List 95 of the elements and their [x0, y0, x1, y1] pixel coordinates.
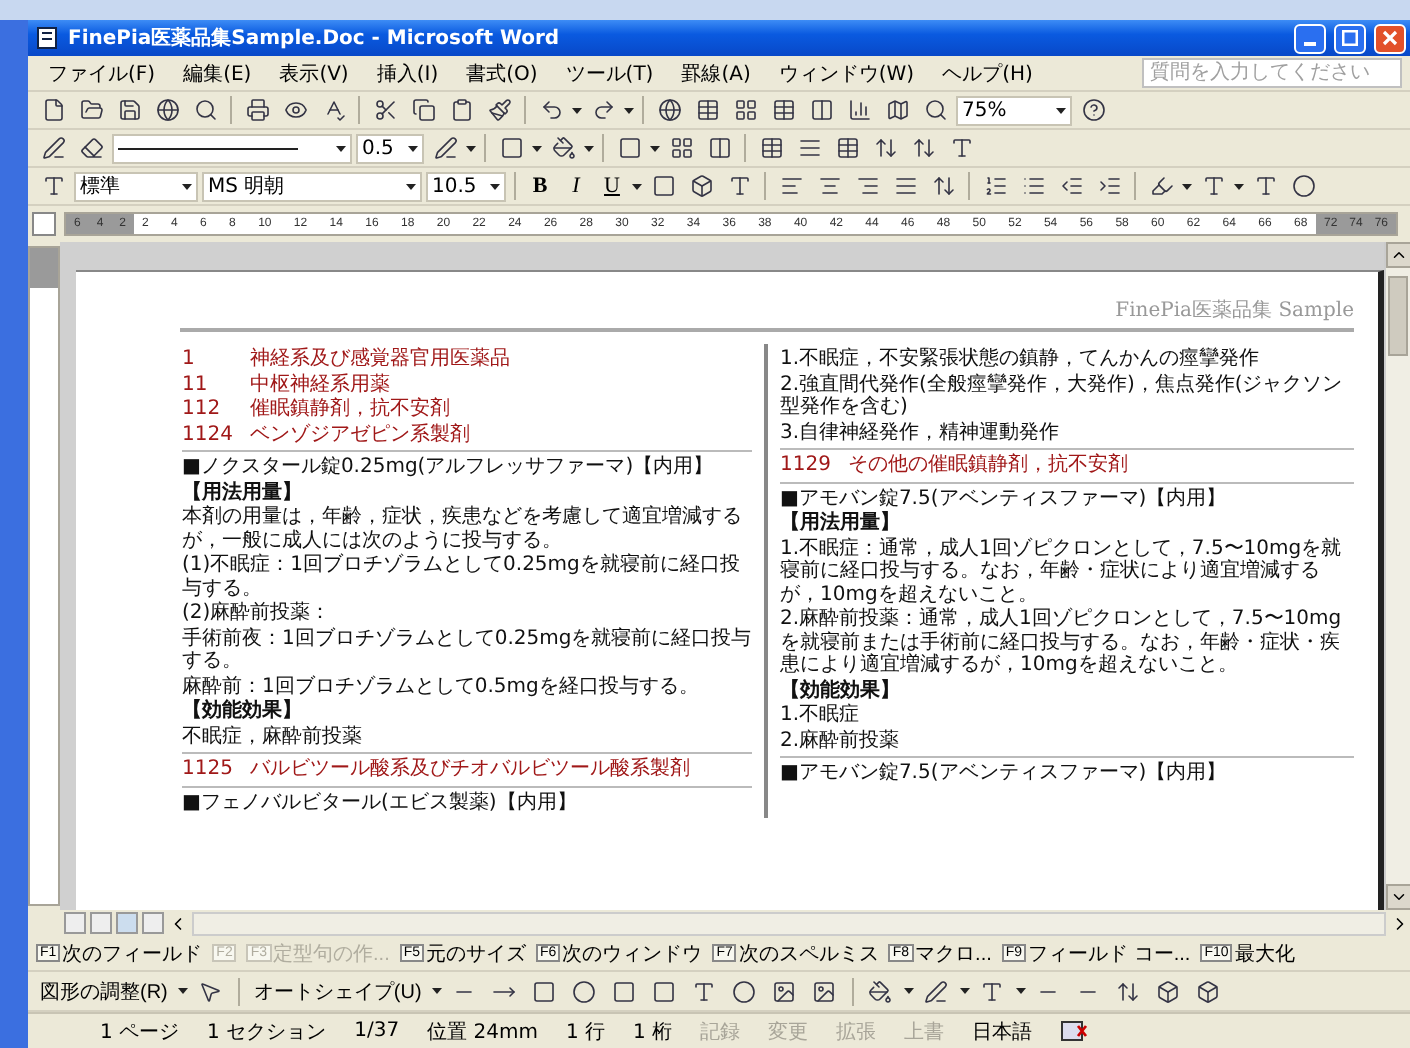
status-item: 上書 — [904, 1019, 945, 1045]
caret-icon — [532, 145, 542, 151]
caret-icon — [650, 145, 660, 151]
maximize-icon — [1342, 30, 1358, 46]
scroll-up-icon — [1390, 246, 1408, 264]
caret-icon — [431, 988, 442, 994]
underline-button[interactable]: U — [596, 170, 628, 202]
document-icon — [36, 26, 60, 50]
body-text: 手術前夜：1回ブロチゾラムとして0.25mgを就寝前に経口投与する。 — [182, 627, 752, 673]
category-heading: 11 中枢神経系用薬 — [182, 373, 392, 396]
vertical-scrollbar[interactable] — [1384, 242, 1410, 910]
drug-title: ■アモバン錠7.5(アベンティスファーマ)【内用】 — [780, 487, 1229, 510]
caret-icon — [959, 988, 970, 994]
status-item: 1 ページ — [100, 1019, 180, 1045]
scroll-down-icon — [1390, 888, 1408, 906]
menu-item[interactable]: 罫線(A) — [669, 57, 763, 89]
caret-icon — [177, 988, 188, 994]
drug-title: ■フェノバルビタール(エビス製薬)【内用】 — [182, 791, 579, 814]
body-text: (1)不眠症：1回ブロチゾラムとして0.25mgを就寝前に経口投与する。 — [182, 554, 742, 600]
page-header: FinePia医薬品集 Sample — [1115, 297, 1354, 324]
menu-item[interactable]: 表示(V) — [267, 57, 361, 89]
drug-title: ■アモバン錠7.5(アベンティスファーマ)【内用】 — [780, 762, 1229, 785]
font-field[interactable]: MS 明朝 — [202, 171, 422, 201]
body-text: 不眠症，麻酔前投薬 — [182, 725, 364, 748]
section-heading: 【効能効果】 — [780, 679, 902, 702]
caret-icon — [584, 145, 594, 151]
body-text: 本剤の用量は，年齢，症状，疾患などを考慮して適宜増減するが，一般に成人には次のように投与する。 — [182, 506, 744, 552]
book-icon — [1060, 1020, 1089, 1042]
caret-icon — [182, 183, 192, 189]
menu-item[interactable]: ファイル(F) — [36, 57, 168, 89]
status-item: 1 桁 — [633, 1019, 673, 1045]
body-text: 1.不眠症，不安緊張状態の鎮静，てんかんの痙攣発作 — [780, 348, 1262, 371]
caret-icon — [1056, 107, 1066, 113]
menu-item[interactable]: 書式(O) — [454, 57, 550, 89]
body-text: (2)麻酔前投薬： — [182, 602, 333, 625]
tab-selector[interactable] — [32, 212, 56, 236]
drug-title: ■ノクスタール錠0.25mg(アルフレッサファーマ)【内用】 — [182, 456, 716, 479]
body-text: 2.麻酔前投薬：通常，成人1回ゾピクロンとして，7.5〜10mgを就寝前または手術前に経口投与する。なお，年齢・症状・疾患により適宜増減するが，10mgを超えないこと。 — [780, 608, 1344, 677]
menu-item[interactable]: 編集(E) — [171, 57, 264, 89]
maximize-button[interactable] — [1334, 23, 1366, 53]
caret-icon — [408, 145, 418, 151]
menu-item[interactable]: 挿入(I) — [364, 57, 451, 89]
arrange-menu[interactable]: 図形の調整(R) — [36, 977, 172, 1005]
body-text: 2.麻酔前投薬 — [780, 729, 902, 752]
section-heading: 【効能効果】 — [182, 700, 304, 723]
caret-icon — [1182, 183, 1192, 189]
window-title: FinePia医薬品集Sample.Doc - Microsoft Word — [68, 25, 562, 52]
body-text: 1.不眠症 — [780, 704, 862, 727]
section-heading: 【用法用量】 — [780, 512, 902, 535]
caret-icon — [624, 107, 634, 113]
status-item: 1 セクション — [207, 1019, 327, 1045]
status-item: 変更 — [768, 1019, 809, 1045]
body-text: 1.不眠症：通常，成人1回ゾピクロンとして，7.5〜10mgを就寝前に経口投与する。なお，年齢・症状により適宜増減するが，10mgを超えないこと。 — [780, 537, 1344, 606]
status-item: 1 行 — [565, 1019, 605, 1045]
category-heading: 1125 バルビツール酸系及びチオバルビツール酸系製剤 — [182, 758, 692, 781]
status-item: 位置 24mm — [427, 1019, 538, 1045]
autoshapes-menu[interactable]: オートシェイプ(U) — [249, 977, 426, 1005]
horizontal-scrollbar[interactable] — [192, 911, 1386, 935]
caret-icon — [632, 183, 642, 189]
close-icon — [1382, 30, 1398, 46]
close-button[interactable] — [1374, 23, 1406, 53]
caret-icon — [466, 145, 476, 151]
caret-icon — [1015, 988, 1026, 994]
status-item: 日本語 — [972, 1019, 1033, 1045]
caret-icon — [490, 183, 500, 189]
line-width-field[interactable]: 0.5 — [356, 133, 424, 163]
status-item: 記録 — [700, 1019, 741, 1045]
section-heading: 【用法用量】 — [182, 481, 304, 504]
caret-icon — [903, 988, 914, 994]
category-heading: 1 神経系及び感覚器官用医薬品 — [182, 348, 512, 371]
font-size-field[interactable]: 10.5 — [426, 171, 506, 201]
category-heading: 1129 その他の催眠鎮静剤，抗不安剤 — [780, 454, 1130, 477]
caret-icon — [572, 107, 582, 113]
bold-button[interactable]: B — [524, 170, 556, 202]
line-icon — [118, 145, 298, 151]
minimize-button[interactable] — [1294, 23, 1326, 53]
caret-icon — [406, 183, 416, 189]
body-text: 3.自律神経発作，精神運動発作 — [780, 421, 1062, 444]
category-heading: 1124 ベンゾジアゼピン系製剤 — [182, 423, 472, 446]
body-text: 麻酔前：1回ブロチゾラムとして0.5mgを経口投与する。 — [182, 675, 701, 698]
caret-icon — [336, 145, 346, 151]
scroll-thumb[interactable] — [1388, 276, 1408, 356]
body-text: 2.強直間代発作(全般痙攣発作，大発作)，焦点発作(ジャクソン型発作を含む) — [780, 373, 1345, 419]
status-item: 1/37 — [354, 1020, 400, 1042]
help-search-field[interactable]: 質問を入力してください — [1142, 58, 1402, 88]
caret-icon — [1234, 183, 1244, 189]
style-field[interactable]: 標準 — [74, 171, 198, 201]
zoom-field[interactable]: 75% — [956, 95, 1072, 125]
italic-button[interactable]: I — [560, 170, 592, 202]
menu-item[interactable]: ツール(T) — [553, 57, 666, 89]
menu-item[interactable]: ヘルプ(H) — [930, 57, 1045, 89]
menu-item[interactable]: ウィンドウ(W) — [766, 57, 927, 89]
status-item: 拡張 — [836, 1019, 877, 1045]
category-heading: 112 催眠鎮静剤，抗不安剤 — [182, 398, 452, 421]
line-style-field[interactable] — [112, 133, 352, 163]
